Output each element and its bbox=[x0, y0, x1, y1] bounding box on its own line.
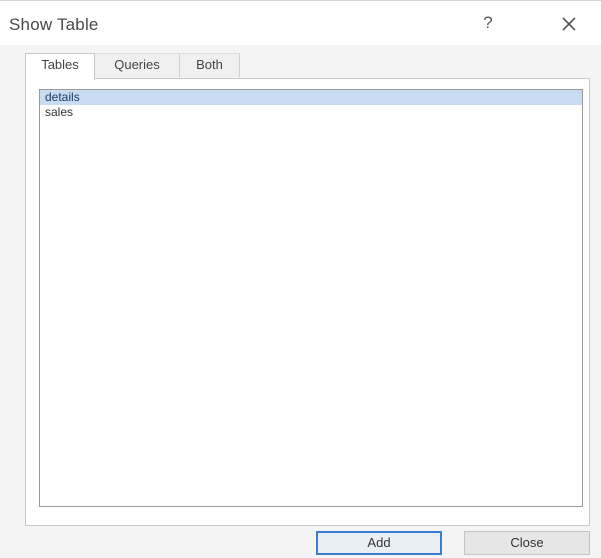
close-button[interactable]: Close bbox=[464, 531, 590, 555]
help-icon[interactable]: ? bbox=[480, 13, 496, 33]
title-bar: Show Table ? bbox=[0, 1, 601, 45]
list-item-details[interactable]: details bbox=[40, 90, 582, 105]
list-item-sales[interactable]: sales bbox=[40, 105, 582, 120]
show-table-dialog: Show Table ? Tables Queries Both details… bbox=[0, 0, 601, 558]
dialog-title: Show Table bbox=[9, 15, 99, 34]
tab-queries[interactable]: Queries bbox=[95, 53, 180, 77]
tab-panel: details sales bbox=[25, 78, 590, 526]
table-listbox[interactable]: details sales bbox=[39, 89, 583, 507]
tab-tables[interactable]: Tables bbox=[25, 53, 95, 80]
close-icon[interactable] bbox=[560, 15, 578, 33]
tab-both[interactable]: Both bbox=[180, 53, 240, 77]
add-button[interactable]: Add bbox=[316, 531, 442, 555]
